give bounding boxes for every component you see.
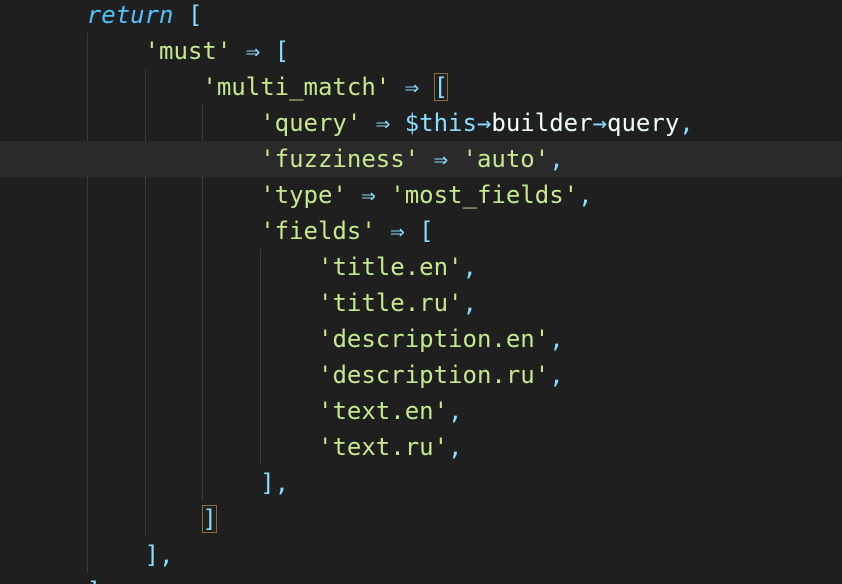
- punctuation-token: [: [419, 217, 434, 245]
- operator-token: ⇒: [231, 37, 275, 65]
- punctuation-token: [: [274, 37, 290, 65]
- punctuation-token: ,: [578, 181, 593, 209]
- string-token: 'description.ru': [318, 361, 550, 389]
- code-line[interactable]: 'title.ru',: [0, 285, 842, 321]
- variable-token: $this: [404, 109, 477, 137]
- operator-token: →: [592, 109, 608, 137]
- punctuation-token: ,: [462, 253, 477, 281]
- code-line[interactable]: 'title.en',: [0, 249, 842, 285]
- punctuation-token: ,: [448, 433, 463, 461]
- operator-token: ⇒: [375, 217, 420, 245]
- code-line[interactable]: ]: [0, 501, 842, 537]
- punctuation-token: [: [173, 1, 203, 29]
- string-token: 'auto': [462, 145, 550, 173]
- code-line[interactable]: 'type' ⇒ 'most_fields',: [0, 177, 842, 213]
- string-token: 'fields': [260, 217, 376, 245]
- operator-token: ⇒: [419, 145, 463, 173]
- string-token: 'must': [144, 37, 232, 65]
- code-line[interactable]: 'text.en',: [0, 393, 842, 429]
- string-token: 'title.ru': [318, 289, 463, 317]
- code-line[interactable]: return [: [0, 0, 842, 33]
- code-line[interactable]: 'text.ru',: [0, 429, 842, 465]
- code-line[interactable]: 'description.en',: [0, 321, 842, 357]
- punctuation-token: ,: [679, 109, 694, 137]
- string-token: 'query': [260, 109, 362, 137]
- property-token: builder: [491, 109, 593, 137]
- punctuation-token: ,: [462, 289, 477, 317]
- punctuation-token: ]: [202, 505, 217, 533]
- string-token: 'title.en': [318, 253, 463, 281]
- string-token: 'description.en': [318, 325, 550, 353]
- operator-token: →: [476, 109, 492, 137]
- code-line[interactable]: 'fuzziness' ⇒ 'auto',: [0, 141, 842, 177]
- operator-token: ⇒: [390, 73, 434, 101]
- property-token: query: [607, 109, 680, 137]
- punctuation-token: ];: [87, 577, 116, 584]
- punctuation-token: [: [433, 73, 449, 101]
- code-line[interactable]: ];: [0, 573, 842, 584]
- code-line[interactable]: ],: [0, 465, 842, 501]
- code-line[interactable]: 'multi_match' ⇒ [: [0, 69, 842, 105]
- punctuation-token: ],: [144, 541, 174, 569]
- code-line[interactable]: 'fields' ⇒ [: [0, 213, 842, 249]
- code-line[interactable]: 'must' ⇒ [: [0, 33, 842, 69]
- operator-token: ⇒: [346, 181, 391, 209]
- string-token: 'type': [260, 181, 347, 209]
- string-token: 'fuzziness': [260, 145, 420, 173]
- punctuation-token: ,: [549, 145, 564, 173]
- string-token: 'text.en': [318, 397, 449, 425]
- code-line[interactable]: ],: [0, 537, 842, 573]
- string-token: 'most_fields': [390, 181, 579, 209]
- code-line[interactable]: 'query' ⇒ $this→builder→query,: [0, 105, 842, 141]
- punctuation-token: ],: [260, 469, 290, 497]
- code-line[interactable]: 'description.ru',: [0, 357, 842, 393]
- code-editor[interactable]: return ['must' ⇒ ['multi_match' ⇒ ['quer…: [0, 0, 842, 584]
- string-token: 'multi_match': [202, 73, 391, 101]
- punctuation-token: ,: [549, 361, 564, 389]
- string-token: 'text.ru': [318, 433, 449, 461]
- operator-token: ⇒: [361, 109, 405, 137]
- punctuation-token: ,: [448, 397, 463, 425]
- keyword-token: return: [86, 1, 174, 29]
- punctuation-token: ,: [549, 325, 564, 353]
